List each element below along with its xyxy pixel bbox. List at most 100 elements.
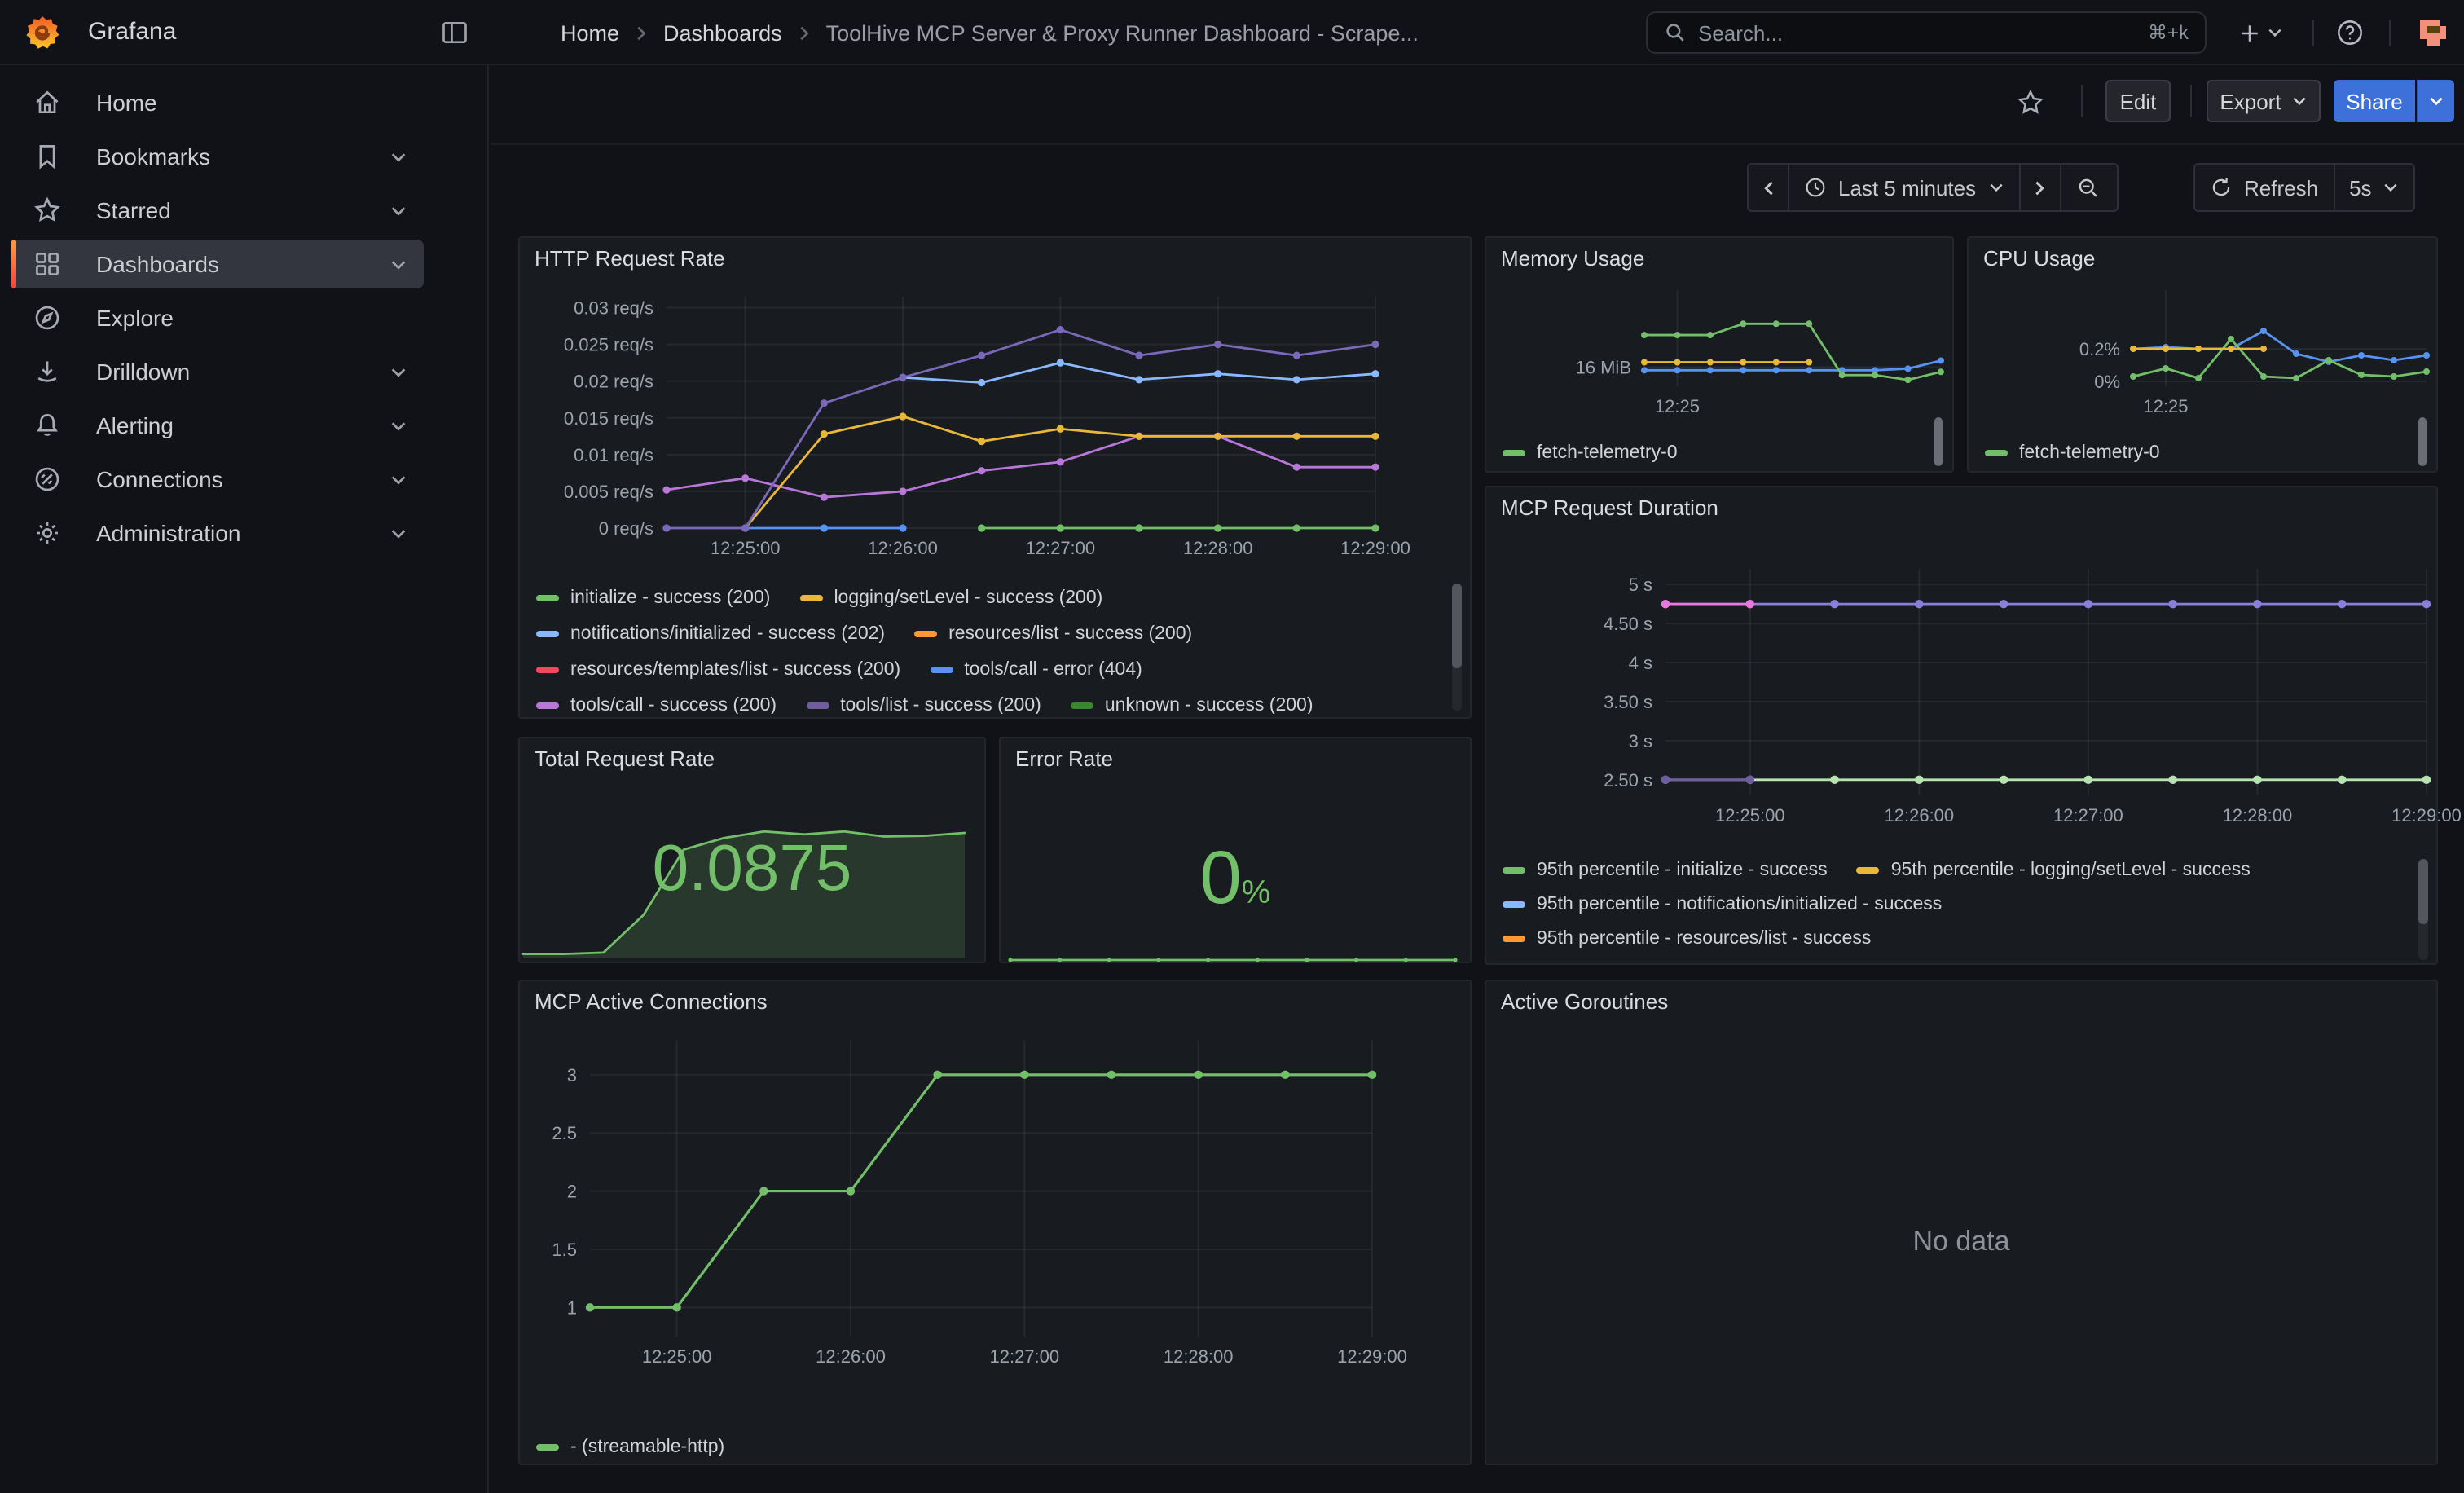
chevron-right-icon [2031,178,2048,196]
legend-swatch [536,595,559,601]
search-shortcut: ⌘+k [2148,21,2189,44]
panel-title[interactable]: Total Request Rate [535,746,715,771]
search-icon [1664,21,1687,44]
sidebar-item-explore[interactable]: Explore [11,293,424,342]
brand-title: Grafana [88,18,176,46]
time-shift-forward-button[interactable] [2018,165,2059,210]
legend-swatch [536,667,559,673]
sidebar-item-bookmarks[interactable]: Bookmarks [11,132,424,181]
share-dropdown-button[interactable] [2417,80,2454,122]
sidebar-item-label: Drilldown [96,359,190,385]
legend-item[interactable]: fetch-telemetry-0 [1985,443,2160,463]
sidebar-item-drilldown[interactable]: Drilldown [11,347,424,396]
legend-item[interactable]: 95th percentile - logging/setLevel - suc… [1857,860,2251,879]
sidebar-item-dashboards[interactable]: Dashboards [11,240,424,288]
search-placeholder: Search... [1698,20,2136,45]
svg-text:12:29:00: 12:29:00 [1340,538,1410,558]
toolbar-divider [491,143,2464,145]
legend-scrollbar-thumb[interactable] [2418,417,2427,466]
sidebar-nav: Home Bookmarks Starred Dashboards Explore Dri… [0,65,489,1493]
legend-label: 95th percentile - initialize - success [1537,860,1828,879]
refresh-controls: Refresh 5s [2193,163,2416,212]
breadcrumb-home[interactable]: Home [561,20,619,45]
legend-item[interactable]: tools/call - success (200) [536,696,777,714]
dock-sidebar-icon[interactable] [437,15,473,51]
error-rate-sparkline[interactable] [1007,944,1462,957]
apps-icon [33,249,62,279]
compass-icon [33,303,62,333]
http-request-rate-chart[interactable]: 0.03 req/s0.025 req/s0.02 req/s0.015 req… [523,280,1465,580]
export-button[interactable]: Export [2207,80,2321,122]
mcp-active-connections-chart[interactable]: 32.521.5112:25:0012:26:0012:27:0012:28:0… [523,1020,1470,1438]
panel-title[interactable]: HTTP Request Rate [535,246,725,271]
legend-scrollbar-thumb[interactable] [1934,417,1943,466]
cpu-legend: fetch-telemetry-0 [1985,437,2392,469]
legend-item[interactable]: tools/call - error (404) [930,660,1142,680]
refresh-button[interactable]: Refresh [2195,165,2333,210]
panel-title[interactable]: MCP Request Duration [1501,495,1718,520]
svg-text:0.2%: 0.2% [2079,339,2120,359]
time-shift-back-button[interactable] [1749,165,1788,210]
panel-title[interactable]: MCP Active Connections [535,989,768,1014]
svg-text:0.01 req/s: 0.01 req/s [574,445,653,465]
sidebar-item-starred[interactable]: Starred [11,186,424,235]
total-request-rate-value: 0.0875 [520,833,984,906]
svg-text:12:26:00: 12:26:00 [1885,805,1955,826]
chevron-down-icon [389,201,407,219]
legend-item[interactable]: 95th percentile - initialize - success [1503,860,1828,879]
edit-button[interactable]: Edit [2105,80,2171,122]
sidebar-item-label: Administration [96,520,240,546]
legend-item[interactable]: - (streamable-http) [536,1438,724,1457]
panel-title[interactable]: CPU Usage [1983,246,2095,271]
legend-label: fetch-telemetry-0 [1537,443,1678,463]
legend-item[interactable]: unknown - success (200) [1071,696,1313,714]
svg-text:12:26:00: 12:26:00 [868,538,938,558]
legend-item[interactable]: tools/list - success (200) [806,696,1041,714]
mcp-request-duration-chart[interactable]: 5 s4.50 s4 s3.50 s3 s2.50 s12:25:0012:26… [1489,569,2436,879]
refresh-interval-picker[interactable]: 5s [2333,165,2413,210]
search-input[interactable]: Search... ⌘+k [1646,11,2207,54]
favorite-star-icon[interactable] [2014,86,2047,119]
legend-item[interactable]: notifications/initialized - success (202… [536,624,885,644]
legend-item[interactable]: resources/list - success (200) [914,624,1192,644]
refresh-interval-label: 5s [2349,175,2371,200]
chevron-left-icon [1759,178,1777,196]
legend-scrollbar-thumb[interactable] [1452,584,1462,668]
legend-item[interactable]: logging/setLevel - success (200) [799,588,1102,608]
panel-memory-usage: Memory Usage 16 MiB12:25 fetch-telemetry… [1485,236,1954,473]
sidebar-item-alerting[interactable]: Alerting [11,401,424,450]
panel-cpu-usage: CPU Usage 0.2%0%12:25 fetch-telemetry-0 [1967,236,2438,473]
legend-scrollbar [2418,859,2428,960]
sidebar-item-label: Bookmarks [96,143,210,170]
legend-swatch [1503,935,1525,941]
breadcrumb-dashboards[interactable]: Dashboards [663,20,782,45]
no-data-message: No data [1486,1226,2436,1258]
panel-title[interactable]: Error Rate [1015,746,1113,771]
cpu-usage-chart[interactable]: 0.2%0%12:25 [1975,277,2433,430]
export-label: Export [2220,89,2281,113]
legend-item[interactable]: resources/templates/list - success (200) [536,660,900,680]
sidebar-item-label: Starred [96,197,171,223]
panel-title[interactable]: Active Goroutines [1501,989,1668,1014]
share-button[interactable]: Share [2334,80,2415,122]
time-range-picker[interactable]: Last 5 minutes [1788,165,2018,210]
sidebar-item-connections[interactable]: Connections [11,455,424,504]
sidebar-item-home[interactable]: Home [11,78,424,127]
legend-swatch [1503,901,1525,907]
legend-scrollbar [1452,584,1462,711]
panel-title[interactable]: Memory Usage [1501,246,1644,271]
legend-scrollbar-thumb[interactable] [2418,859,2428,924]
legend-item[interactable]: 95th percentile - resources/list - succe… [1503,928,1871,948]
legend-item[interactable]: fetch-telemetry-0 [1503,443,1678,463]
memory-usage-chart[interactable]: 16 MiB12:25 [1493,277,1949,430]
legend-item[interactable]: initialize - success (200) [536,588,770,608]
memory-legend: fetch-telemetry-0 [1503,437,1910,469]
zoom-out-button[interactable] [2059,165,2116,210]
svg-text:3: 3 [567,1065,577,1086]
refresh-icon [2210,176,2233,199]
help-icon[interactable] [2334,16,2366,49]
legend-item[interactable]: 95th percentile - notifications/initiali… [1503,894,1942,914]
legend-item[interactable]: 95th percentile - resources/templates/li… [1503,962,1957,963]
sidebar-item-administration[interactable]: Administration [11,509,424,557]
add-new-button[interactable] [2233,16,2288,49]
